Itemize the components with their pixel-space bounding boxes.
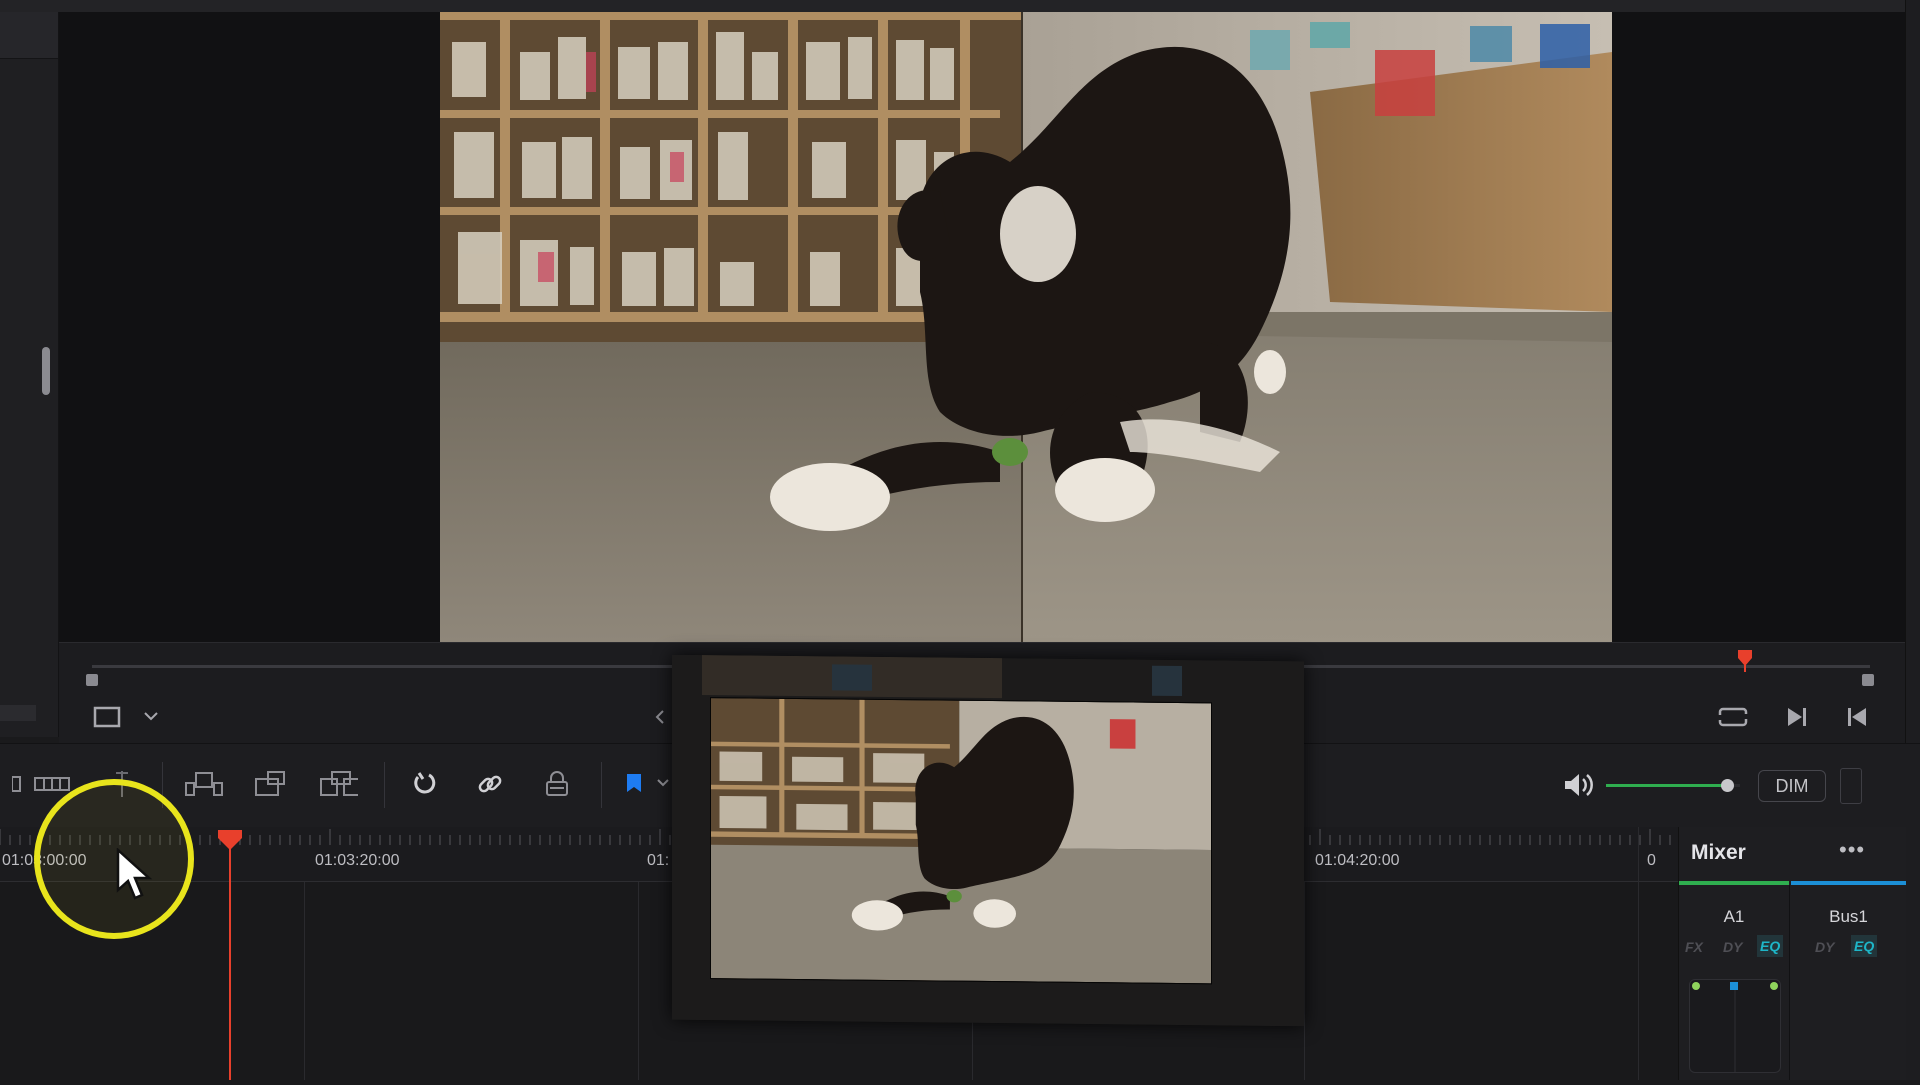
ruler-timecode-label: 01:03:20:00 [315,852,400,869]
left-panel-control[interactable] [0,705,36,721]
toolbar-separator [601,762,602,808]
bus-dy-button[interactable]: DY [1815,939,1834,955]
ruler-timecode-label: 01:04:20:00 [1315,852,1400,869]
fx-button[interactable]: FX [1685,939,1703,955]
next-frame-icon[interactable] [1784,704,1810,735]
scrub-in-handle[interactable] [86,674,98,686]
channel-a1-label: A1 [1723,907,1745,926]
mixer-panel: Mixer ••• A1 Bus1 FX DY EQ DY EQ [1678,827,1906,1080]
chevron-down-icon[interactable] [142,708,160,729]
dy-button[interactable]: DY [1723,939,1742,955]
scrub-playhead[interactable] [1738,650,1752,677]
zoomed-preview-image [710,697,1212,985]
volume-slider-fill [1606,784,1727,787]
volume-slider[interactable] [1606,784,1740,787]
scrub-out-handle[interactable] [1862,674,1874,686]
grid-line [304,882,305,1080]
snap-icon[interactable] [404,766,444,802]
grid-line [1304,882,1305,1080]
insert-icon[interactable] [184,766,224,802]
toolbar-separator [384,762,385,808]
link-icon[interactable] [470,766,510,802]
speaker-icon[interactable] [1562,770,1596,805]
ruler-timecode-label: 0 [1647,852,1656,869]
channel-bus1-label: Bus1 [1829,907,1868,926]
grid-line [1638,827,1639,1080]
channel-bus1-strip [1791,881,1906,885]
prev-frame-icon[interactable] [1844,704,1870,735]
zoomed-preview-popup [672,654,1304,1027]
left-panel-tab[interactable] [0,12,58,59]
mouse-cursor-icon [114,847,158,909]
viewer-video-frame [440,12,1612,642]
overwrite-icon[interactable] [252,766,292,802]
timeline-playhead[interactable] [218,830,242,1085]
lock-icon[interactable] [537,766,577,802]
eq-graph[interactable] [1689,979,1781,1073]
crop-icon[interactable] [92,705,124,734]
grid-line [638,882,639,1080]
channel-a1-strip [1679,881,1789,885]
channel-divider [1789,885,1790,1080]
flag-chevron-down-icon[interactable] [656,776,670,795]
replace-icon[interactable] [318,766,358,802]
bus-eq-button[interactable]: EQ [1851,935,1878,957]
mixer-title: Mixer [1691,841,1746,864]
audio-meter-toggle[interactable] [1840,768,1862,804]
dim-button[interactable]: DIM [1758,770,1826,802]
volume-slider-knob[interactable] [1720,779,1734,792]
loop-icon[interactable] [1716,704,1750,735]
ruler-timecode-label: 01: [647,852,670,869]
left-panel [0,12,59,737]
chevron-left-icon[interactable] [652,708,668,731]
dim-button-label: DIM [1775,775,1809,796]
eq-button[interactable]: EQ [1757,935,1784,957]
right-edge-panel [1905,0,1920,1080]
flag-icon[interactable] [614,766,654,802]
more-icon[interactable]: ••• [1839,837,1865,863]
dog-scene-image [440,12,1612,642]
panel-resize-handle[interactable] [42,347,50,395]
